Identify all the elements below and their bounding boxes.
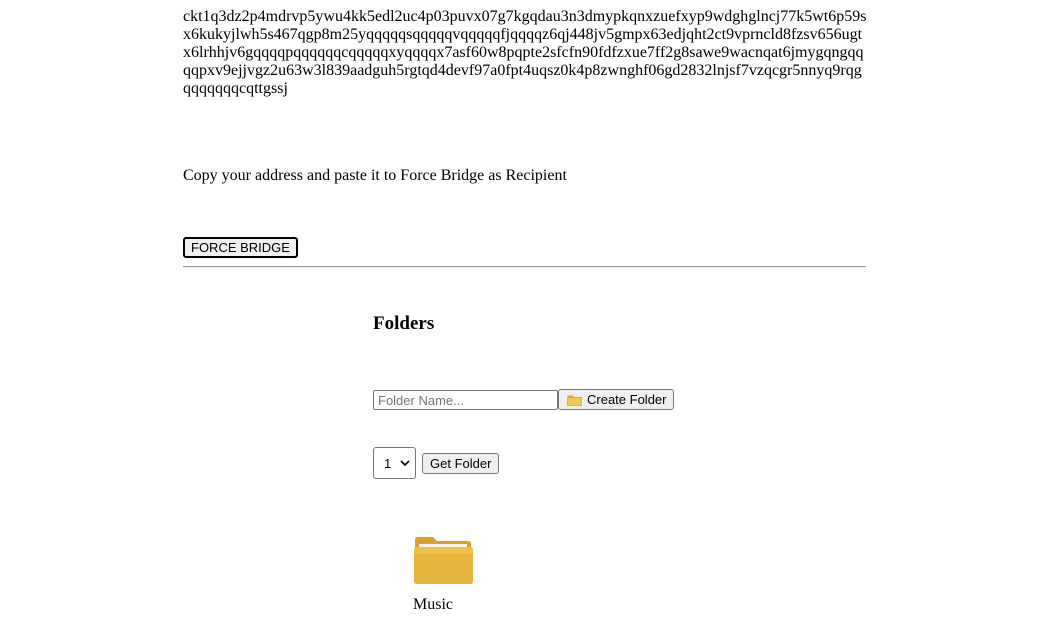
copy-instruction: Copy your address and paste it to Force … [183, 167, 567, 184]
wallet-address: ckt1q3dz2p4mdrvp5ywu4kk5edl2uc4p03puvx07… [183, 8, 867, 97]
get-folder-button[interactable]: Get Folder [422, 453, 500, 474]
folder-icon [414, 537, 473, 584]
force-bridge-button[interactable]: FORCE BRIDGE [183, 237, 298, 258]
folder-id-value: 1 [384, 455, 392, 471]
folders-heading: Folders [373, 313, 435, 334]
folder-item-music[interactable]: Music [413, 536, 475, 613]
page: ckt1q3dz2p4mdrvp5ywu4kk5edl2uc4p03puvx07… [0, 0, 1042, 644]
create-folder-label: Create Folder [587, 392, 667, 407]
divider [183, 266, 866, 268]
chevron-down-icon [400, 460, 410, 467]
create-folder-button[interactable]: Create Folder [558, 389, 675, 410]
folder-icon [567, 395, 582, 406]
folder-id-select[interactable]: 1 [373, 447, 416, 479]
folder-name-label: Music [413, 596, 453, 613]
folder-name-input[interactable] [373, 390, 558, 410]
